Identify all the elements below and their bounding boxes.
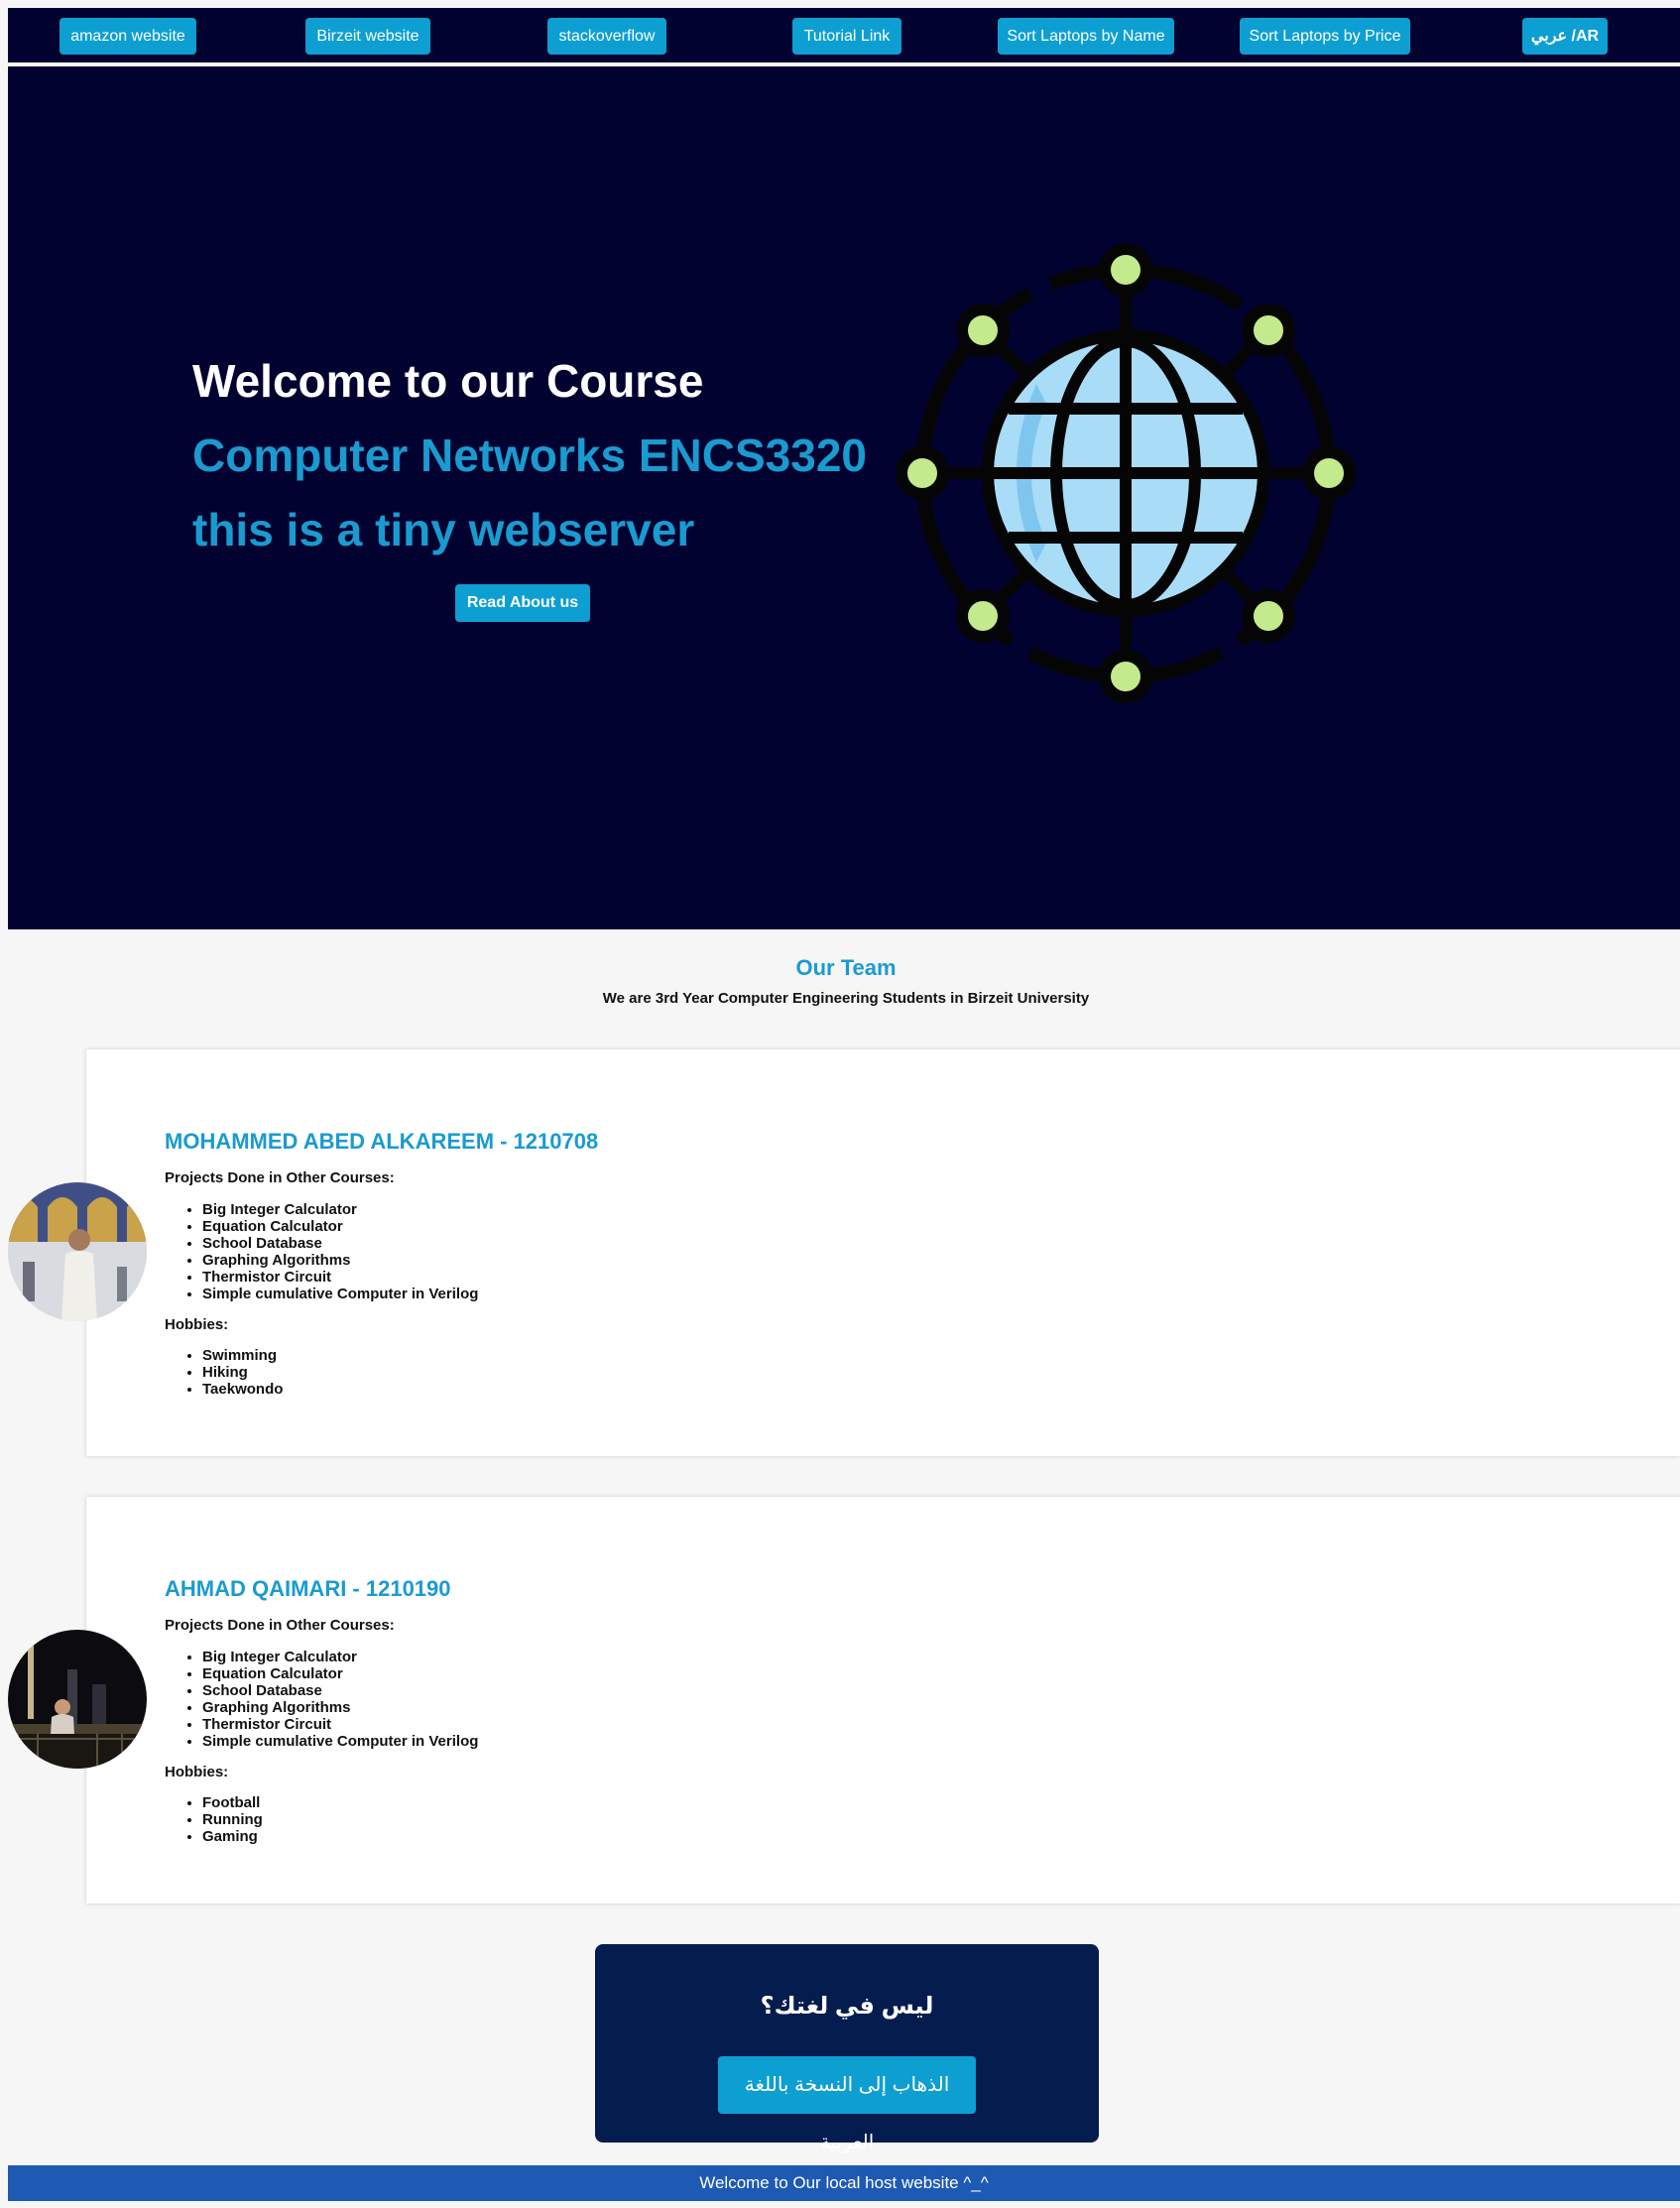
arabic-version-box: ليس في لغتك؟ الذهاب إلى النسخة باللغة ال… xyxy=(595,1944,1099,2153)
member-card: AHMAD QAIMARI - 1210190 Projects Done in… xyxy=(86,1497,1680,1903)
team-subtitle: We are 3rd Year Computer Engineering Stu… xyxy=(602,990,1090,1007)
nav-tutorial-button[interactable]: Tutorial Link xyxy=(792,18,901,55)
member-card: MOHAMMED ABED ALKAREEM - 1210708 Project… xyxy=(86,1049,1680,1456)
list-item: School Database xyxy=(202,1235,478,1252)
list-item: Big Integer Calculator xyxy=(202,1201,478,1218)
top-nav: amazon website Birzeit website stackover… xyxy=(8,8,1680,64)
avatar xyxy=(8,1182,147,1321)
list-item: Swimming xyxy=(202,1347,283,1364)
hobbies-list: Football Running Gaming xyxy=(202,1794,263,1845)
list-item: Hiking xyxy=(202,1364,283,1381)
list-item: Running xyxy=(202,1811,263,1828)
network-globe-icon xyxy=(896,243,1356,703)
hero-course: Computer Networks ENCS3320 xyxy=(192,429,867,481)
list-item: Big Integer Calculator xyxy=(202,1649,478,1665)
list-item: Graphing Algorithms xyxy=(202,1252,478,1269)
hero-title: Welcome to our Course xyxy=(192,355,704,407)
nav-stackoverflow-button[interactable]: stackoverflow xyxy=(547,18,666,55)
nav-sort-price-button[interactable]: Sort Laptops by Price xyxy=(1240,18,1410,55)
hero-tagline: this is a tiny webserver xyxy=(192,504,695,555)
list-item: Thermistor Circuit xyxy=(202,1716,478,1733)
projects-list: Big Integer Calculator Equation Calculat… xyxy=(202,1201,478,1302)
arabic-box-title: ليس في لغتك؟ xyxy=(760,1993,934,2020)
avatar xyxy=(8,1630,147,1769)
list-item: Graphing Algorithms xyxy=(202,1699,478,1716)
list-item: Equation Calculator xyxy=(202,1665,478,1682)
list-item: Football xyxy=(202,1794,263,1811)
footer: Welcome to Our local host website ^_^ xyxy=(8,2165,1680,2201)
projects-list: Big Integer Calculator Equation Calculat… xyxy=(202,1649,478,1750)
list-item: Thermistor Circuit xyxy=(202,1269,478,1286)
list-item: Equation Calculator xyxy=(202,1218,478,1235)
member-name: MOHAMMED ABED ALKAREEM - 1210708 xyxy=(165,1129,599,1154)
go-arabic-button[interactable]: الذهاب إلى النسخة باللغة العربية xyxy=(718,2056,976,2153)
nav-arabic-button[interactable]: عربي /AR xyxy=(1522,18,1608,55)
read-about-button[interactable]: Read About us xyxy=(455,584,590,622)
list-item: School Database xyxy=(202,1682,478,1699)
nav-sort-name-button[interactable]: Sort Laptops by Name xyxy=(998,18,1174,55)
list-item: Simple cumulative Computer in Verilog xyxy=(202,1286,478,1302)
list-item: Simple cumulative Computer in Verilog xyxy=(202,1733,478,1750)
hero-section: Welcome to our Course Computer Networks … xyxy=(8,66,1680,929)
nav-birzeit-button[interactable]: Birzeit website xyxy=(305,18,430,55)
team-title: Our Team xyxy=(795,955,897,980)
hobbies-label: Hobbies: xyxy=(165,1316,229,1333)
projects-label: Projects Done in Other Courses: xyxy=(165,1169,395,1186)
list-item: Taekwondo xyxy=(202,1381,283,1398)
member-name: AHMAD QAIMARI - 1210190 xyxy=(165,1576,451,1601)
projects-label: Projects Done in Other Courses: xyxy=(165,1617,395,1634)
hobbies-label: Hobbies: xyxy=(165,1764,229,1780)
hobbies-list: Swimming Hiking Taekwondo xyxy=(202,1347,283,1398)
list-item: Gaming xyxy=(202,1828,263,1845)
nav-amazon-button[interactable]: amazon website xyxy=(60,18,196,55)
